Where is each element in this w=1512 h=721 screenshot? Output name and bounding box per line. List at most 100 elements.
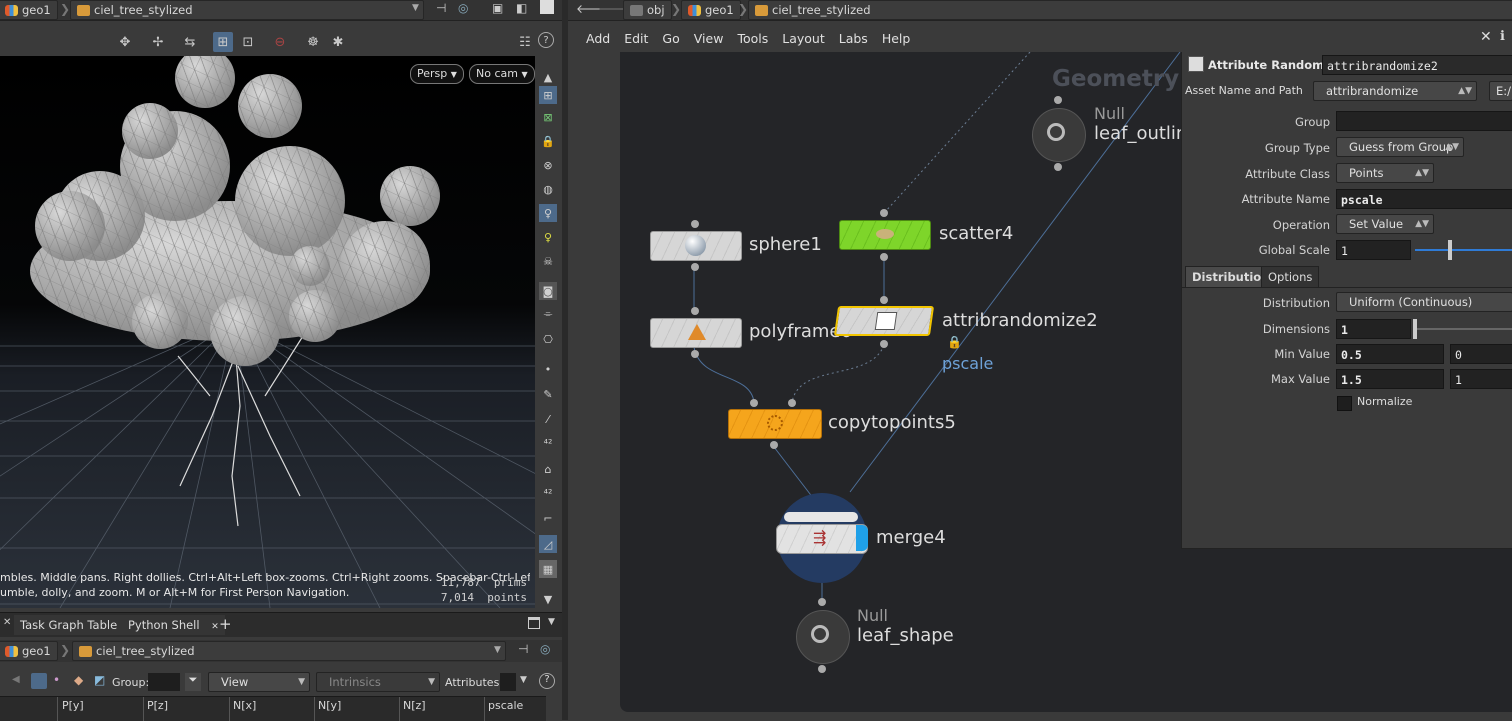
path-dropdown-icon[interactable]: ▼ (412, 3, 419, 13)
link-icon[interactable]: ◎ (458, 1, 468, 15)
background-icon[interactable]: ▦ (539, 560, 557, 578)
display-flag[interactable] (856, 525, 868, 551)
col-nz[interactable]: N[z] (403, 699, 426, 712)
menu-layout[interactable]: Layout (782, 31, 825, 46)
visibility-icon[interactable]: ⊗ (539, 156, 557, 174)
global-scale-slider-handle[interactable] (1448, 240, 1452, 260)
menu-help[interactable]: Help (882, 31, 911, 46)
node-connector-dot[interactable] (691, 263, 699, 271)
number-icon[interactable]: ⁴² (539, 434, 557, 452)
group-type-dropdown[interactable]: Guess from Group ▲▼ (1336, 137, 1464, 157)
pane-menu-icon[interactable]: ▼ (548, 617, 555, 627)
pen-icon[interactable]: ✎ (539, 385, 557, 403)
select-tool-icon[interactable]: ✥ (115, 32, 135, 52)
menu-edit[interactable]: Edit (624, 31, 648, 46)
max-value-field[interactable]: 1.5 (1336, 369, 1444, 389)
3d-viewport[interactable]: Persp ▼ No cam ▼ mbles. Middle pans. Rig… (0, 56, 535, 608)
scroll-down-icon[interactable]: ▼ (539, 590, 557, 608)
transform-tool-icon[interactable]: ⇆ (180, 32, 200, 52)
node-connector-dot[interactable] (880, 340, 888, 348)
camera-tool-icon[interactable]: ⊡ (238, 32, 258, 52)
normalize-checkbox[interactable] (1337, 396, 1352, 411)
node-merge4[interactable]: ⇶ (776, 524, 868, 554)
ss-group-field[interactable] (148, 673, 180, 691)
node-connector-dot[interactable] (770, 441, 778, 449)
node-polyframe6[interactable] (650, 318, 742, 348)
tools-icon[interactable]: ✕ (1480, 29, 1492, 45)
menu-view[interactable]: View (694, 31, 724, 46)
ghost-icon[interactable]: ⊠ (539, 108, 557, 126)
col-py[interactable]: P[y] (62, 699, 84, 712)
vertices-mode-icon[interactable]: • (53, 673, 60, 687)
node-connector-dot[interactable] (691, 307, 699, 315)
headlight-icon[interactable]: ♀ (539, 228, 557, 246)
pin-icon[interactable]: ⊣ (518, 642, 528, 656)
node-connector-dot[interactable] (880, 296, 888, 304)
move-tool-icon[interactable]: ✢ (148, 32, 168, 52)
persp-menu[interactable]: Persp ▼ (410, 64, 464, 84)
right-path-crumb-obj[interactable]: obj (623, 0, 672, 20)
node-connector-dot[interactable] (880, 209, 888, 217)
node-connector-dot[interactable] (1054, 163, 1062, 171)
node-connector-dot[interactable] (750, 399, 758, 407)
back-icon[interactable]: ◀ (12, 674, 20, 685)
snap-icon[interactable]: ⊞ (213, 32, 233, 52)
param-asset-path[interactable]: E:/ (1489, 81, 1512, 101)
tab-python-shell[interactable]: Python Shell ✕ (122, 615, 225, 635)
points-mode-icon[interactable] (31, 673, 47, 689)
link-icon[interactable]: ◎ (540, 642, 550, 656)
global-scale-slider-track[interactable] (1415, 249, 1512, 251)
dimensions-slider-handle[interactable] (1413, 319, 1417, 339)
attr-class-dropdown[interactable]: Points ▲▼ (1336, 163, 1434, 183)
param-asset-dropdown[interactable]: attribrandomize ▲▼ (1313, 81, 1477, 101)
display-shaded-icon[interactable]: ⊞ (539, 86, 557, 104)
param-node-name[interactable]: attribrandomize2 (1322, 55, 1512, 75)
ss-intrinsics-dropdown[interactable]: Intrinsics ▼ (316, 672, 440, 692)
tab-options[interactable]: Options (1261, 266, 1320, 287)
dimensions-field[interactable]: 1 (1336, 319, 1411, 339)
help-icon[interactable]: ? (538, 32, 554, 48)
perspective-icon[interactable]: ◿ (539, 535, 557, 553)
normals-icon[interactable]: ⁴² (539, 484, 557, 502)
attr-name-field[interactable]: pscale (1336, 189, 1512, 209)
camera-menu[interactable]: No cam ▼ (469, 64, 535, 84)
distribution-dropdown[interactable]: Uniform (Continuous) (1336, 292, 1512, 312)
node-copytopoints5[interactable] (728, 409, 822, 439)
layout-icon[interactable]: ☷ (515, 32, 535, 52)
lock-icon[interactable]: 🔒 (539, 132, 557, 150)
node-null-leaf-shape[interactable] (796, 610, 850, 664)
min-value-field-2[interactable]: 0 (1450, 344, 1512, 364)
node-null-leaf-outline[interactable] (1032, 108, 1086, 162)
group-field[interactable] (1336, 111, 1512, 131)
filter-icon[interactable]: ⏷ (185, 673, 201, 691)
ss-path-crumb-network[interactable]: ciel_tree_stylized (72, 641, 506, 661)
node-connector-dot[interactable] (880, 253, 888, 261)
max-value-field-2[interactable]: 1 (1450, 369, 1512, 389)
col-ny[interactable]: N[y] (318, 699, 341, 712)
menu-go[interactable]: Go (662, 31, 679, 46)
node-sphere1[interactable] (650, 231, 742, 261)
display-icon[interactable]: ▣ (492, 1, 503, 15)
detail-mode-icon[interactable]: ◩ (94, 673, 105, 687)
point-icon[interactable]: • (539, 360, 557, 378)
snapshot-icon[interactable]: ⎔ (539, 330, 557, 348)
node-connector-dot[interactable] (818, 598, 826, 606)
render-icon[interactable]: ☸ (303, 32, 323, 52)
min-value-field[interactable]: 0.5 (1336, 344, 1444, 364)
node-connector-dot[interactable] (1054, 96, 1062, 104)
node-connector-dot[interactable] (818, 665, 826, 673)
node-connector-dot[interactable] (691, 350, 699, 358)
left-path-crumb-geo[interactable]: geo1 (0, 0, 58, 20)
menu-add[interactable]: Add (586, 31, 610, 46)
paint-icon[interactable]: ⌂ (539, 460, 557, 478)
viewer-options-icon[interactable]: ◧ (516, 1, 527, 15)
info-icon[interactable]: ℹ (1500, 29, 1505, 44)
light-icon[interactable]: ♀ (539, 204, 557, 222)
camera-view-icon[interactable]: ⌯ (539, 305, 557, 323)
operation-dropdown[interactable]: Set Value ▲▼ (1336, 214, 1434, 234)
path-dropdown-icon[interactable]: ▼ (494, 645, 501, 655)
node-connector-dot[interactable] (691, 220, 699, 228)
ss-path-crumb-geo[interactable]: geo1 (0, 641, 58, 661)
ss-attributes-field[interactable] (500, 673, 516, 691)
menu-labs[interactable]: Labs (839, 31, 868, 46)
